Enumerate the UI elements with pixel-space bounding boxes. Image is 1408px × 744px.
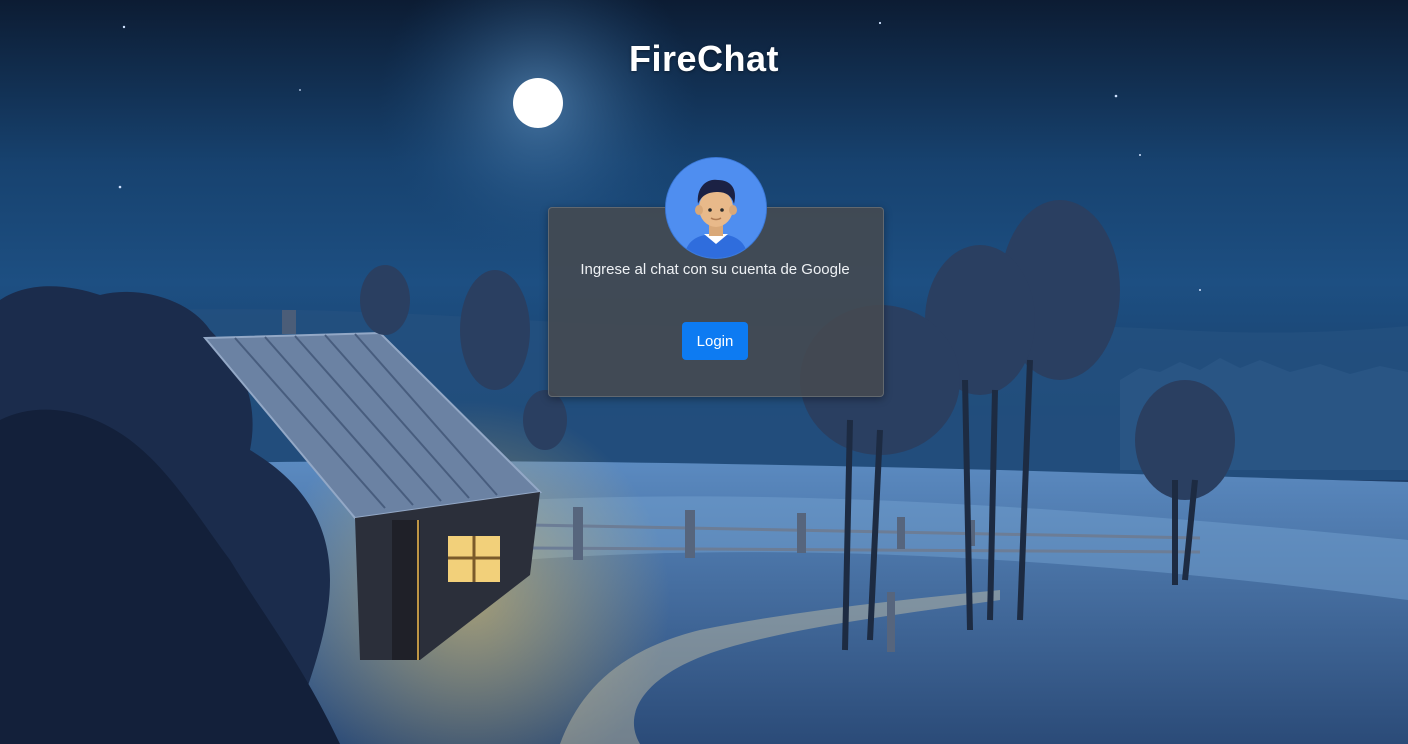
app-title: FireChat [628,38,780,79]
login-page: FireChat Ingrese al chat con su cuenta d… [0,0,1408,744]
login-message: Ingrese al chat con su cuenta de Google [580,261,850,278]
login-button[interactable]: Login [682,322,748,360]
user-avatar-icon [665,157,767,259]
